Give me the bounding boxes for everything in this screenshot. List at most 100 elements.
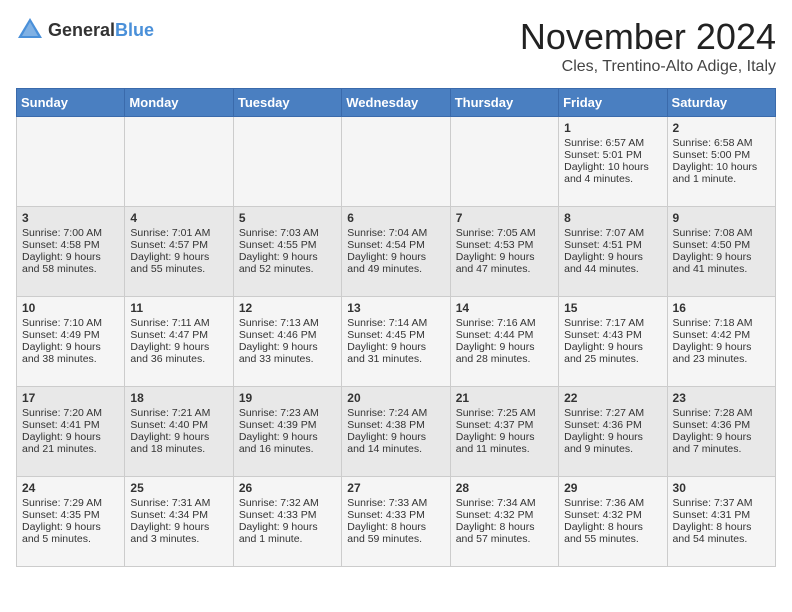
day-number: 5 [239,211,336,225]
day-info-line: Sunset: 4:31 PM [673,509,770,521]
day-info-line: Daylight: 9 hours and 5 minutes. [22,521,119,545]
day-info-line: Sunset: 4:36 PM [673,419,770,431]
day-info-line: Sunrise: 7:33 AM [347,497,444,509]
calendar-header-row: SundayMondayTuesdayWednesdayThursdayFrid… [17,89,776,117]
column-header-tuesday: Tuesday [233,89,341,117]
column-header-friday: Friday [559,89,667,117]
day-info-line: Sunset: 4:33 PM [239,509,336,521]
day-info-line: Sunrise: 7:25 AM [456,407,553,419]
day-info-line: Sunrise: 7:32 AM [239,497,336,509]
day-info-line: Sunrise: 6:58 AM [673,137,770,149]
day-number: 27 [347,481,444,495]
day-info-line: Sunset: 4:41 PM [22,419,119,431]
day-number: 12 [239,301,336,315]
calendar-cell: 19 Sunrise: 7:23 AMSunset: 4:39 PMDayligh… [233,387,341,477]
day-info-line: Sunrise: 7:29 AM [22,497,119,509]
day-info-line: Sunset: 4:40 PM [130,419,227,431]
day-number: 11 [130,301,227,315]
calendar-week-row: 3Sunrise: 7:00 AMSunset: 4:58 PMDaylight… [17,207,776,297]
day-info-line: Sunset: 4:45 PM [347,329,444,341]
day-info-line: Daylight: 9 hours and 44 minutes. [564,251,661,275]
day-number: 8 [564,211,661,225]
day-info-line: Sunrise: 7:14 AM [347,317,444,329]
day-info-line: Daylight: 9 hours and 28 minutes. [456,341,553,365]
day-info-line: Daylight: 9 hours and 52 minutes. [239,251,336,275]
day-info-line: Daylight: 9 hours and 33 minutes. [239,341,336,365]
day-info-line: Daylight: 9 hours and 38 minutes. [22,341,119,365]
day-number: 17 [22,391,119,405]
day-info-line: Sunrise: 7:05 AM [456,227,553,239]
day-info-line: Daylight: 9 hours and 16 minutes. [239,431,336,455]
day-info-line: Daylight: 9 hours and 18 minutes. [130,431,227,455]
day-number: 20 [347,391,444,405]
day-number: 10 [22,301,119,315]
column-header-sunday: Sunday [17,89,125,117]
day-number: 3 [22,211,119,225]
calendar-week-row: 1Sunrise: 6:57 AMSunset: 5:01 PMDaylight… [17,117,776,207]
calendar-cell: 2Sunrise: 6:58 AMSunset: 5:00 PMDaylight… [667,117,775,207]
day-number: 4 [130,211,227,225]
logo-blue-text: Blue [115,20,154,40]
day-info-line: Sunset: 4:35 PM [22,509,119,521]
calendar-cell: 14Sunrise: 7:16 AMSunset: 4:44 PMDayligh… [450,297,558,387]
day-number: 18 [130,391,227,405]
day-info-line: Sunrise: 7:03 AM [239,227,336,239]
day-info-line: Sunrise: 7:13 AM [239,317,336,329]
column-header-monday: Monday [125,89,233,117]
day-info-line: Sunrise: 7:17 AM [564,317,661,329]
day-number: 25 [130,481,227,495]
day-info-line: Sunset: 4:55 PM [239,239,336,251]
calendar-cell: 15Sunrise: 7:17 AMSunset: 4:43 PMDayligh… [559,297,667,387]
calendar-cell: 25Sunrise: 7:31 AMSunset: 4:34 PMDayligh… [125,477,233,567]
day-info-line: Sunset: 4:32 PM [564,509,661,521]
day-info-line: Sunset: 4:47 PM [130,329,227,341]
calendar-cell: 30Sunrise: 7:37 AMSunset: 4:31 PMDayligh… [667,477,775,567]
day-info-line: Sunrise: 7:07 AM [564,227,661,239]
day-info-line: Sunset: 4:39 PM [239,419,336,431]
day-info-line: Daylight: 10 hours and 1 minute. [673,161,770,185]
day-info-line: Daylight: 9 hours and 25 minutes. [564,341,661,365]
day-info-line: Sunset: 4:34 PM [130,509,227,521]
day-number: 26 [239,481,336,495]
location-title: Cles, Trentino-Alto Adige, Italy [520,58,776,76]
day-info-line: Sunset: 4:46 PM [239,329,336,341]
day-info-line: Sunrise: 7:28 AM [673,407,770,419]
calendar-cell: 22Sunrise: 7:27 AMSunset: 4:36 PMDayligh… [559,387,667,477]
day-number: 19 [239,391,336,405]
calendar-cell: 1Sunrise: 6:57 AMSunset: 5:01 PMDaylight… [559,117,667,207]
calendar-cell [450,117,558,207]
column-header-thursday: Thursday [450,89,558,117]
calendar-cell: 8 Sunrise: 7:07 AMSunset: 4:51 PMDaylight… [559,207,667,297]
day-number: 28 [456,481,553,495]
day-info-line: Sunrise: 7:27 AM [564,407,661,419]
calendar-week-row: 24Sunrise: 7:29 AMSunset: 4:35 PMDayligh… [17,477,776,567]
day-info-line: Sunset: 4:37 PM [456,419,553,431]
calendar-cell [342,117,450,207]
day-info-line: Daylight: 8 hours and 57 minutes. [456,521,553,545]
calendar-cell: 24Sunrise: 7:29 AMSunset: 4:35 PMDayligh… [17,477,125,567]
day-info-line: Sunset: 4:57 PM [130,239,227,251]
calendar-week-row: 10Sunrise: 7:10 AMSunset: 4:49 PMDayligh… [17,297,776,387]
day-info-line: Sunrise: 7:10 AM [22,317,119,329]
day-info-line: Daylight: 9 hours and 14 minutes. [347,431,444,455]
calendar-cell: 18Sunrise: 7:21 AMSunset: 4:40 PMDayligh… [125,387,233,477]
calendar-cell: 26Sunrise: 7:32 AMSunset: 4:33 PMDayligh… [233,477,341,567]
day-number: 1 [564,121,661,135]
day-info-line: Sunrise: 7:20 AM [22,407,119,419]
day-info-line: Sunrise: 7:18 AM [673,317,770,329]
day-info-line: Sunrise: 7:11 AM [130,317,227,329]
day-number: 22 [564,391,661,405]
month-title: November 2024 [520,16,776,58]
day-number: 16 [673,301,770,315]
day-info-line: Daylight: 9 hours and 36 minutes. [130,341,227,365]
day-info-line: Sunset: 4:33 PM [347,509,444,521]
day-info-line: Sunset: 4:50 PM [673,239,770,251]
day-info-line: Sunset: 4:51 PM [564,239,661,251]
calendar-cell: 27Sunrise: 7:33 AMSunset: 4:33 PMDayligh… [342,477,450,567]
day-info-line: Sunrise: 7:23 AM [239,407,336,419]
calendar-cell: 6Sunrise: 7:04 AMSunset: 4:54 PMDaylight… [342,207,450,297]
day-info-line: Daylight: 10 hours and 4 minutes. [564,161,661,185]
day-number: 2 [673,121,770,135]
calendar-cell: 28Sunrise: 7:34 AMSunset: 4:32 PMDayligh… [450,477,558,567]
column-header-wednesday: Wednesday [342,89,450,117]
